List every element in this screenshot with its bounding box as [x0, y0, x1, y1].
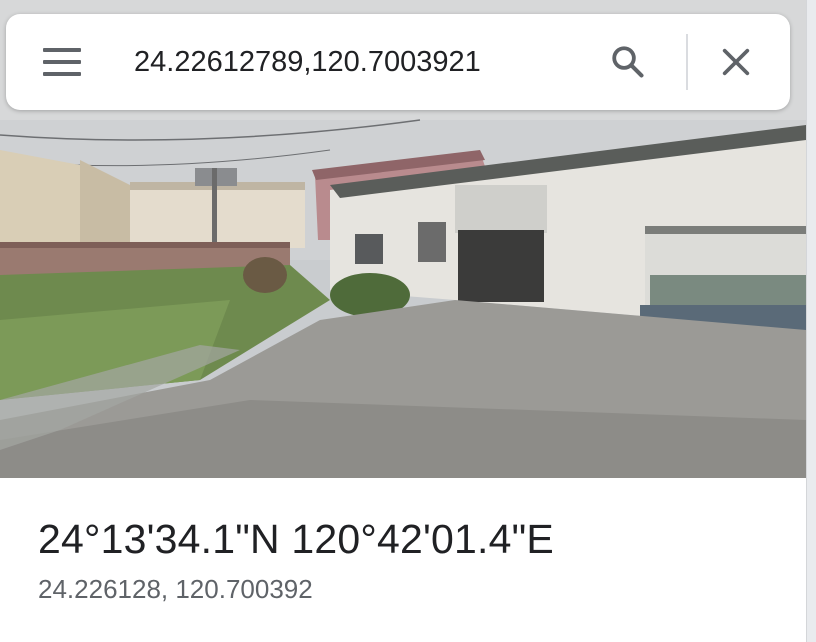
hamburger-line: [43, 60, 81, 64]
place-info-panel: 24°13'34.1"N 120°42'01.4"E 24.226128, 12…: [0, 478, 806, 642]
dms-coordinates: 24°13'34.1"N 120°42'01.4"E: [38, 516, 554, 562]
close-icon: [722, 48, 750, 76]
menu-button[interactable]: [34, 41, 90, 83]
decimal-coordinates: 24.226128, 120.700392: [38, 574, 313, 604]
search-input[interactable]: [132, 38, 574, 86]
hamburger-line: [43, 72, 81, 76]
hamburger-menu-icon: [43, 48, 81, 52]
searchbar-divider: [686, 34, 688, 90]
search-button[interactable]: [600, 34, 656, 90]
search-icon: [612, 46, 644, 78]
map-edge-strip: [806, 0, 816, 642]
close-button[interactable]: [708, 34, 764, 90]
search-bar: [6, 14, 790, 110]
